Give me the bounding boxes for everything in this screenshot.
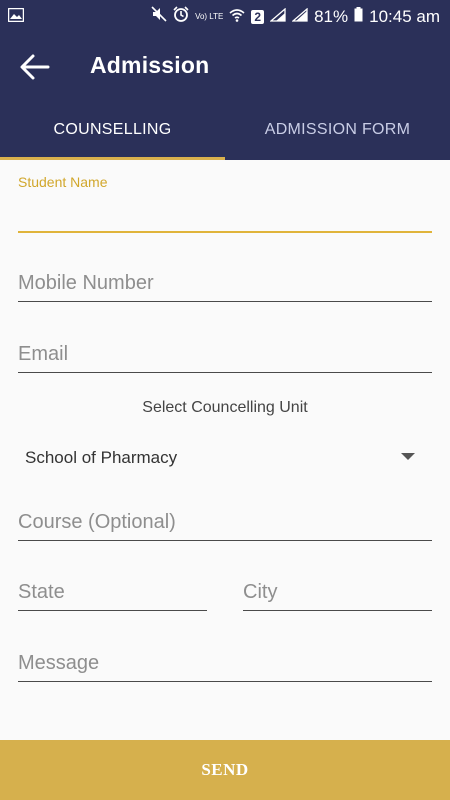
counselling-unit-select[interactable]: School of Pharmacy — [25, 448, 177, 468]
status-bar-right: Vo) LTE 2 81% 10:45 am — [151, 6, 440, 27]
mute-icon — [151, 6, 167, 27]
tab-counselling[interactable]: COUNSELLING — [0, 100, 225, 160]
tab-label: COUNSELLING — [53, 121, 172, 138]
state-input[interactable]: State — [18, 581, 65, 604]
dropdown-arrow-icon[interactable] — [401, 453, 415, 460]
gallery-notification-icon — [7, 7, 25, 27]
sim-badge: 2 — [251, 9, 265, 24]
page-title: Admission — [90, 52, 210, 78]
counselling-unit-label: Select Councelling Unit — [142, 399, 308, 416]
arrow-back-icon[interactable] — [18, 50, 52, 84]
battery-icon — [354, 6, 363, 27]
signal-icon — [269, 7, 286, 27]
app-bar: Admission — [0, 32, 450, 100]
course-input[interactable]: Course (Optional) — [18, 511, 176, 534]
message-underline — [18, 681, 432, 682]
city-underline — [243, 610, 432, 611]
send-button[interactable]: SEND — [0, 740, 450, 800]
message-input[interactable]: Message — [18, 652, 99, 675]
battery-percent: 81% — [314, 6, 349, 26]
student-name-input[interactable] — [18, 200, 432, 230]
tab-indicator — [0, 157, 225, 160]
state-underline — [18, 610, 207, 611]
course-underline — [18, 540, 432, 541]
wifi-icon — [229, 7, 245, 27]
email-underline — [18, 372, 432, 373]
volte-icon: Vo) LTE — [195, 11, 224, 21]
tab-bar: COUNSELLING ADMISSION FORM — [0, 100, 450, 160]
city-input[interactable]: City — [243, 581, 277, 604]
email-input[interactable]: Email — [18, 343, 68, 366]
tab-label: ADMISSION FORM — [264, 121, 411, 138]
mobile-number-input[interactable]: Mobile Number — [18, 272, 154, 295]
status-bar: Vo) LTE 2 81% 10:45 am — [0, 0, 450, 32]
alarm-icon — [173, 6, 189, 27]
student-name-label: Student Name — [18, 174, 108, 190]
clock: 10:45 am — [369, 6, 440, 26]
tab-admission-form[interactable]: ADMISSION FORM — [225, 100, 450, 160]
student-name-underline — [18, 231, 432, 233]
mobile-number-underline — [18, 301, 432, 302]
signal-icon — [291, 7, 308, 27]
